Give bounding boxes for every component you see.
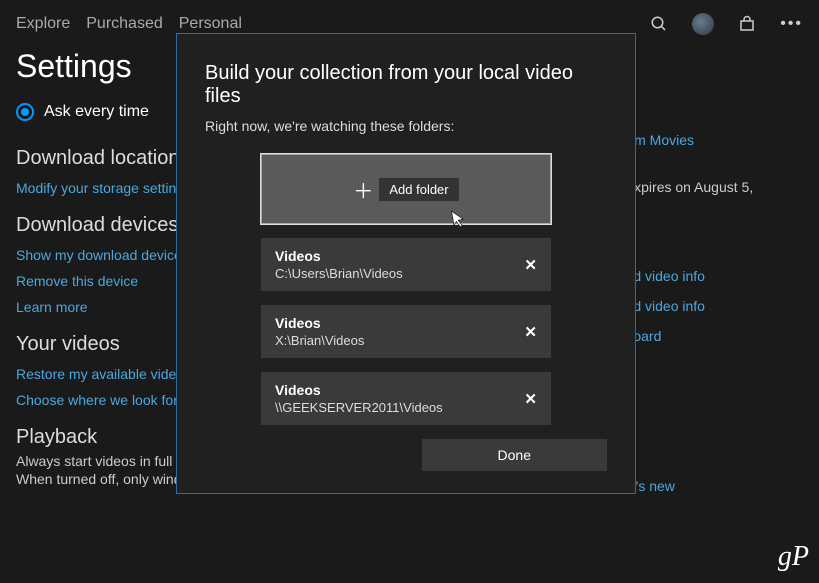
modal-subtitle: Right now, we're watching these folders: xyxy=(205,118,607,134)
build-collection-modal: Build your collection from your local vi… xyxy=(176,33,636,494)
folder-item[interactable]: Videos \\GEEKSERVER2011\Videos ✕ xyxy=(261,372,551,425)
folder-name: Videos xyxy=(275,248,403,264)
search-icon[interactable] xyxy=(650,15,668,33)
radio-icon xyxy=(16,103,34,121)
folder-path: C:\Users\Brian\Videos xyxy=(275,266,403,281)
folder-item[interactable]: Videos X:\Brian\Videos ✕ xyxy=(261,305,551,358)
more-icon[interactable]: ••• xyxy=(780,15,803,33)
tab-personal[interactable]: Personal xyxy=(179,15,242,33)
folder-path: X:\Brian\Videos xyxy=(275,333,364,348)
remove-folder-icon[interactable]: ✕ xyxy=(524,323,537,341)
tab-explore[interactable]: Explore xyxy=(16,15,70,33)
cursor-icon xyxy=(450,208,467,230)
radio-label: Ask every time xyxy=(44,103,149,121)
nav-tabs: Explore Purchased Personal xyxy=(16,15,242,33)
plus-icon: ＋ xyxy=(353,175,373,204)
topbar-actions: ••• xyxy=(650,13,803,35)
modal-title: Build your collection from your local vi… xyxy=(205,62,607,108)
folder-path: \\GEEKSERVER2011\Videos xyxy=(275,400,443,415)
remove-folder-icon[interactable]: ✕ xyxy=(524,390,537,408)
user-avatar[interactable] xyxy=(692,13,714,35)
add-folder-label: Add folder xyxy=(379,178,458,201)
folder-item[interactable]: Videos C:\Users\Brian\Videos ✕ xyxy=(261,238,551,291)
folder-name: Videos xyxy=(275,315,364,331)
folder-name: Videos xyxy=(275,382,443,398)
store-icon[interactable] xyxy=(738,15,756,33)
tab-purchased[interactable]: Purchased xyxy=(86,15,163,33)
add-folder-button[interactable]: ＋ Add folder xyxy=(261,154,551,224)
gp-logo: gP xyxy=(778,541,809,573)
remove-folder-icon[interactable]: ✕ xyxy=(524,256,537,274)
done-button[interactable]: Done xyxy=(422,439,607,471)
